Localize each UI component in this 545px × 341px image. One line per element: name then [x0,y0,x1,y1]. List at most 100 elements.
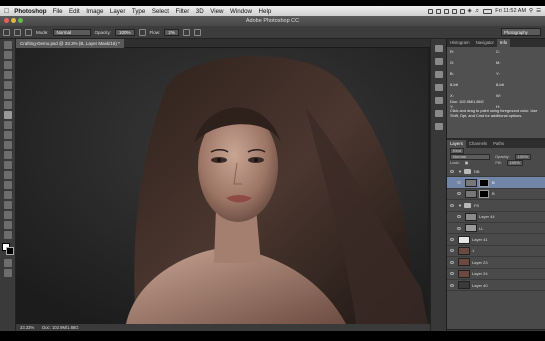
close-icon[interactable] [4,18,9,23]
gradient-tool-icon[interactable] [3,151,12,159]
layer-44[interactable]: Layer 44 [447,212,545,223]
layer-b[interactable]: B [447,189,545,201]
hand-tool-icon[interactable] [3,221,12,229]
menu-window[interactable]: Window [230,8,252,15]
zoom-icon[interactable] [18,18,23,23]
layer-24[interactable]: Layer 24 [447,269,545,280]
workspace-select[interactable]: Photography [501,28,541,36]
layer-mask-thumbnail[interactable] [479,178,489,187]
actions-icon[interactable] [434,58,443,65]
menu-select[interactable]: Select [152,8,169,15]
layer-group-fs[interactable]: ▼ FS [447,200,545,212]
minimize-icon[interactable] [11,18,16,23]
layer-mask-thumbnail[interactable] [479,189,489,198]
eye-icon[interactable] [450,238,454,242]
tab-channels[interactable]: Channels [466,140,490,148]
lasso-tool-icon[interactable] [3,61,12,69]
battery-icon[interactable] [483,8,493,14]
menu-edit[interactable]: Edit [69,8,80,15]
character-icon[interactable] [434,84,443,91]
brush-panel-icon[interactable] [25,28,32,36]
quick-mask-icon[interactable] [3,259,12,267]
brush-icon[interactable] [3,28,10,36]
color-swatches[interactable] [1,243,14,255]
pressure-size-icon[interactable] [193,28,201,36]
eye-icon[interactable] [457,192,461,196]
clock[interactable]: Fri 11:52 AM [495,8,526,14]
layer-b-selected[interactable]: B [447,177,545,189]
document-tab[interactable]: Crafting-Demo.psd @ 33.3% (B, Layer Mask… [16,39,124,48]
zoom-tool-icon[interactable] [3,231,12,239]
eye-icon[interactable] [457,181,461,185]
dodge-tool-icon[interactable] [3,171,12,179]
marquee-tool-icon[interactable] [3,51,12,59]
screen-mode-icon[interactable] [3,269,12,277]
brush-preset-icon[interactable] [14,28,21,36]
tray-icon[interactable] [435,8,441,14]
flow-field[interactable]: 2% [164,28,179,36]
eye-icon[interactable] [450,272,454,276]
history-icon[interactable] [434,45,443,52]
tray-icon[interactable] [451,8,457,14]
eyedropper-tool-icon[interactable] [3,91,12,99]
properties-icon[interactable] [434,71,443,78]
layer-ll[interactable]: LL [447,223,545,235]
layer-41[interactable]: Layer 41 [447,234,545,246]
shape-tool-icon[interactable] [3,211,12,219]
eye-icon[interactable] [450,260,454,264]
menu-3d[interactable]: 3D [196,8,204,15]
volume-icon[interactable]: ♬ [475,8,481,14]
tray-icon[interactable] [427,8,433,14]
quick-select-tool-icon[interactable] [3,71,12,79]
menu-type[interactable]: Type [132,8,145,15]
tab-layers[interactable]: Layers [447,140,466,148]
layer-23[interactable]: Layer 23 [447,257,545,269]
tab-paths[interactable]: Paths [490,140,507,148]
eye-icon[interactable] [450,203,454,207]
disclosure-icon[interactable]: ▼ [458,200,462,211]
layer-1[interactable]: 1 [447,246,545,258]
eye-icon[interactable] [450,169,454,173]
brush-tool-icon[interactable] [3,111,12,119]
tab-navigator[interactable]: Navigator [473,39,497,47]
type-tool-icon[interactable] [3,191,12,199]
clone-stamp-tool-icon[interactable] [3,121,12,129]
eye-icon[interactable] [450,249,454,253]
menu-file[interactable]: File [53,8,63,15]
adjustments-icon[interactable] [434,123,443,130]
menu-app-name[interactable]: Photoshop [14,8,46,15]
tab-info[interactable]: Info [496,39,511,47]
path-select-tool-icon[interactable] [3,201,12,209]
mode-select[interactable]: Normal [52,28,91,36]
zoom-level[interactable]: 33.33% [20,324,34,331]
layer-group-db[interactable]: ▼ DB [447,166,545,178]
eye-icon[interactable] [457,215,461,219]
crop-tool-icon[interactable] [3,81,12,89]
eye-icon[interactable] [450,283,454,287]
healing-tool-icon[interactable] [3,101,12,109]
search-icon[interactable]: ⚲ [529,8,533,14]
tray-icon[interactable] [459,8,465,14]
pressure-opacity-icon[interactable] [138,28,146,36]
tray-icon[interactable] [443,8,449,14]
move-tool-icon[interactable] [3,41,12,49]
blur-tool-icon[interactable] [3,161,12,169]
wifi-icon[interactable]: ◈ [468,8,472,14]
menu-view[interactable]: View [210,8,223,15]
eye-icon[interactable] [457,226,461,230]
airbrush-icon[interactable] [182,28,190,36]
apple-icon[interactable]:  [4,8,9,15]
menu-help[interactable]: Help [259,8,272,15]
eraser-tool-icon[interactable] [3,141,12,149]
menu-image[interactable]: Image [86,8,103,15]
opacity-field[interactable]: 100% [115,28,135,36]
brush-presets-icon[interactable] [434,110,443,117]
list-icon[interactable]: ☰ [536,8,541,14]
tab-histogram[interactable]: Histogram [447,39,473,47]
pen-tool-icon[interactable] [3,181,12,189]
menu-filter[interactable]: Filter [176,8,190,15]
layer-40[interactable]: Layer 40 [447,280,545,292]
disclosure-icon[interactable]: ▼ [458,166,462,177]
menu-layer[interactable]: Layer [110,8,125,15]
document-canvas[interactable] [16,48,428,324]
